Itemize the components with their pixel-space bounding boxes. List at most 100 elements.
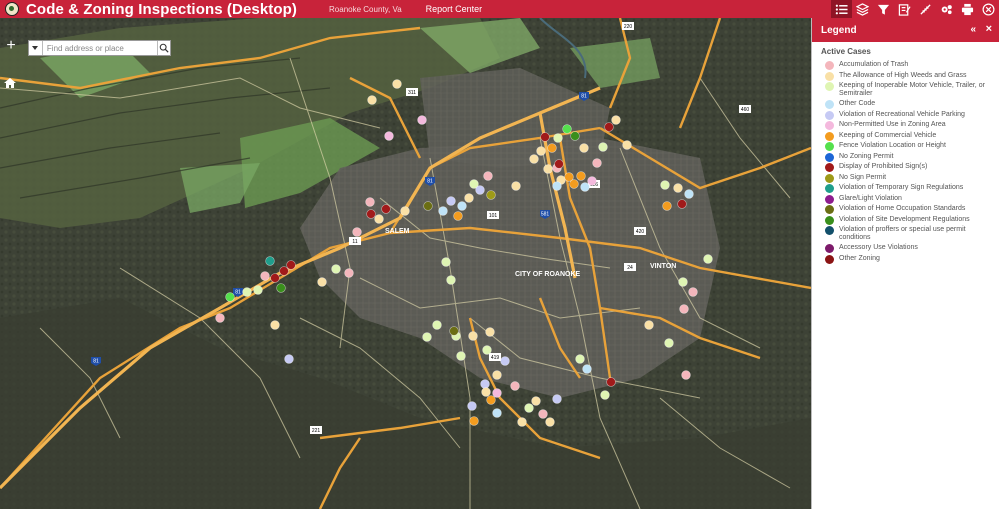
- case-marker[interactable]: [284, 354, 294, 364]
- close-tools-button[interactable]: [978, 0, 999, 18]
- case-marker[interactable]: [469, 416, 479, 426]
- case-marker[interactable]: [538, 409, 548, 419]
- zoom-in-button[interactable]: +: [3, 38, 19, 55]
- case-marker[interactable]: [681, 370, 691, 380]
- case-marker[interactable]: [511, 181, 521, 191]
- case-marker[interactable]: [569, 179, 579, 189]
- case-marker[interactable]: [580, 182, 590, 192]
- map-view[interactable]: SALEM CITY OF ROANOKE VINTON 220 311 81 …: [0, 18, 811, 509]
- case-marker[interactable]: [575, 354, 585, 364]
- case-marker[interactable]: [265, 256, 275, 266]
- case-marker[interactable]: [482, 345, 492, 355]
- case-marker[interactable]: [366, 209, 376, 219]
- case-marker[interactable]: [276, 283, 286, 293]
- home-button[interactable]: [3, 76, 19, 90]
- case-marker[interactable]: [457, 201, 467, 211]
- case-marker[interactable]: [242, 287, 252, 297]
- case-marker[interactable]: [644, 320, 654, 330]
- case-marker[interactable]: [381, 204, 391, 214]
- case-marker[interactable]: [622, 140, 632, 150]
- case-marker[interactable]: [554, 159, 564, 169]
- case-marker[interactable]: [446, 196, 456, 206]
- case-marker[interactable]: [215, 313, 225, 323]
- legend-button[interactable]: [831, 0, 852, 18]
- case-marker[interactable]: [260, 271, 270, 281]
- case-marker[interactable]: [225, 292, 235, 302]
- case-marker[interactable]: [464, 193, 474, 203]
- case-marker[interactable]: [423, 201, 433, 211]
- case-marker[interactable]: [432, 320, 442, 330]
- case-marker[interactable]: [660, 180, 670, 190]
- case-marker[interactable]: [510, 381, 520, 391]
- case-marker[interactable]: [492, 408, 502, 418]
- search-button[interactable]: [156, 41, 170, 55]
- case-marker[interactable]: [286, 260, 296, 270]
- case-marker[interactable]: [524, 403, 534, 413]
- case-marker[interactable]: [592, 158, 602, 168]
- case-marker[interactable]: [547, 143, 557, 153]
- case-marker[interactable]: [536, 146, 546, 156]
- search-source-dropdown[interactable]: [29, 41, 43, 55]
- case-marker[interactable]: [485, 327, 495, 337]
- case-marker[interactable]: [400, 206, 410, 216]
- case-marker[interactable]: [365, 197, 375, 207]
- case-marker[interactable]: [606, 377, 616, 387]
- edit-button[interactable]: [894, 0, 915, 18]
- map-canvas[interactable]: SALEM CITY OF ROANOKE VINTON 220 311 81 …: [0, 18, 811, 509]
- case-marker[interactable]: [582, 364, 592, 374]
- case-marker[interactable]: [384, 131, 394, 141]
- case-marker[interactable]: [270, 320, 280, 330]
- layers-button[interactable]: [852, 0, 873, 18]
- case-marker[interactable]: [679, 304, 689, 314]
- case-marker[interactable]: [449, 326, 459, 336]
- case-marker[interactable]: [553, 133, 563, 143]
- case-marker[interactable]: [688, 287, 698, 297]
- case-marker[interactable]: [441, 257, 451, 267]
- case-marker[interactable]: [552, 181, 562, 191]
- case-marker[interactable]: [500, 356, 510, 366]
- case-marker[interactable]: [270, 273, 280, 283]
- case-marker[interactable]: [529, 154, 539, 164]
- case-marker[interactable]: [467, 401, 477, 411]
- case-marker[interactable]: [587, 176, 597, 186]
- case-marker[interactable]: [579, 143, 589, 153]
- case-marker[interactable]: [317, 277, 327, 287]
- case-marker[interactable]: [486, 190, 496, 200]
- case-marker[interactable]: [611, 115, 621, 125]
- case-marker[interactable]: [677, 199, 687, 209]
- case-marker[interactable]: [374, 214, 384, 224]
- case-marker[interactable]: [352, 227, 362, 237]
- case-marker[interactable]: [673, 183, 683, 193]
- case-marker[interactable]: [543, 164, 553, 174]
- report-center-link[interactable]: Report Center: [426, 4, 483, 14]
- case-marker[interactable]: [279, 266, 289, 276]
- case-marker[interactable]: [492, 370, 502, 380]
- case-marker[interactable]: [475, 185, 485, 195]
- print-button[interactable]: [957, 0, 978, 18]
- case-marker[interactable]: [703, 254, 713, 264]
- case-marker[interactable]: [344, 268, 354, 278]
- case-marker[interactable]: [684, 189, 694, 199]
- case-marker[interactable]: [540, 132, 550, 142]
- case-marker[interactable]: [483, 171, 493, 181]
- case-marker[interactable]: [367, 95, 377, 105]
- case-marker[interactable]: [604, 122, 614, 132]
- case-marker[interactable]: [417, 115, 427, 125]
- case-marker[interactable]: [422, 332, 432, 342]
- case-marker[interactable]: [600, 390, 610, 400]
- measure-button[interactable]: [915, 0, 936, 18]
- case-marker[interactable]: [392, 79, 402, 89]
- case-marker[interactable]: [492, 388, 502, 398]
- case-marker[interactable]: [598, 142, 608, 152]
- case-marker[interactable]: [253, 285, 263, 295]
- case-marker[interactable]: [664, 338, 674, 348]
- case-marker[interactable]: [480, 379, 490, 389]
- case-marker[interactable]: [552, 394, 562, 404]
- case-marker[interactable]: [438, 206, 448, 216]
- case-marker[interactable]: [456, 351, 466, 361]
- case-marker[interactable]: [446, 275, 456, 285]
- case-marker[interactable]: [531, 396, 541, 406]
- search-input[interactable]: [42, 41, 157, 55]
- case-marker[interactable]: [662, 201, 672, 211]
- case-marker[interactable]: [678, 277, 688, 287]
